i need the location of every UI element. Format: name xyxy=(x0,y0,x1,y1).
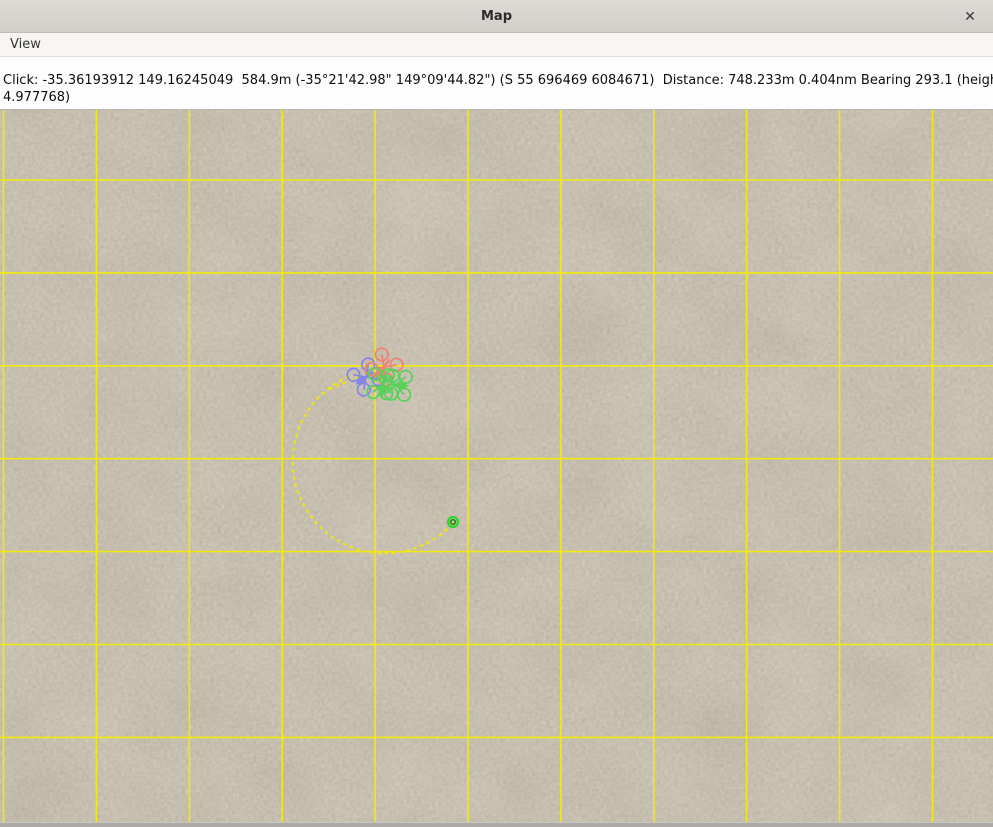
menu-item-view[interactable]: View xyxy=(0,33,51,56)
window-title: Map xyxy=(481,9,512,24)
status-bar: Click: -35.36193912 149.16245049 584.9m … xyxy=(0,57,993,110)
click-info-line-1: Click: -35.36193912 149.16245049 584.9m … xyxy=(3,72,993,89)
close-icon[interactable]: ✕ xyxy=(957,0,983,33)
map-canvas[interactable] xyxy=(0,110,993,822)
title-bar[interactable]: Map ✕ xyxy=(0,0,993,33)
window-bottom-edge xyxy=(0,822,993,827)
trail-endpoint-marker xyxy=(448,517,458,527)
map-svg xyxy=(0,110,993,822)
terrain-texture-coarse xyxy=(0,110,993,822)
map-window: Map ✕ View Click: -35.36193912 149.16245… xyxy=(0,0,993,827)
menu-bar: View xyxy=(0,33,993,57)
click-info-line-2: 4.977768) xyxy=(3,89,993,106)
